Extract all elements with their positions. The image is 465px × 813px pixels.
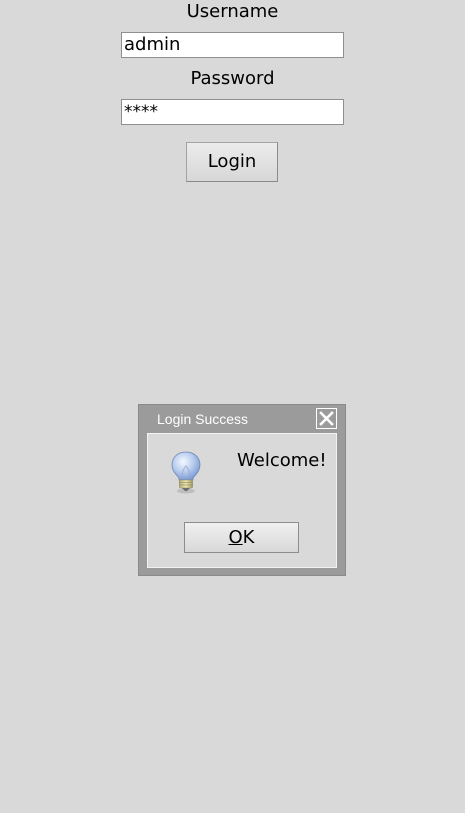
username-label: Username bbox=[186, 1, 279, 22]
password-input[interactable]: **** bbox=[121, 99, 344, 125]
login-success-dialog: Login Success Welcome! OK bbox=[138, 404, 346, 576]
password-label: Password bbox=[190, 68, 275, 89]
login-button[interactable]: Login bbox=[186, 142, 278, 182]
dialog-message: Welcome! bbox=[237, 450, 327, 471]
lightbulb-icon bbox=[171, 451, 201, 494]
dialog-title: Login Success bbox=[157, 411, 249, 427]
close-icon[interactable] bbox=[316, 408, 337, 429]
ok-button[interactable]: OK bbox=[184, 522, 299, 553]
login-screen: Username admin Password **** Login Login… bbox=[0, 0, 465, 813]
ok-label-rest: K bbox=[242, 527, 255, 548]
username-input[interactable]: admin bbox=[121, 32, 344, 58]
dialog-body: Welcome! OK bbox=[147, 433, 337, 568]
close-x-glyph bbox=[319, 411, 334, 426]
ok-mnemonic: O bbox=[228, 527, 243, 548]
